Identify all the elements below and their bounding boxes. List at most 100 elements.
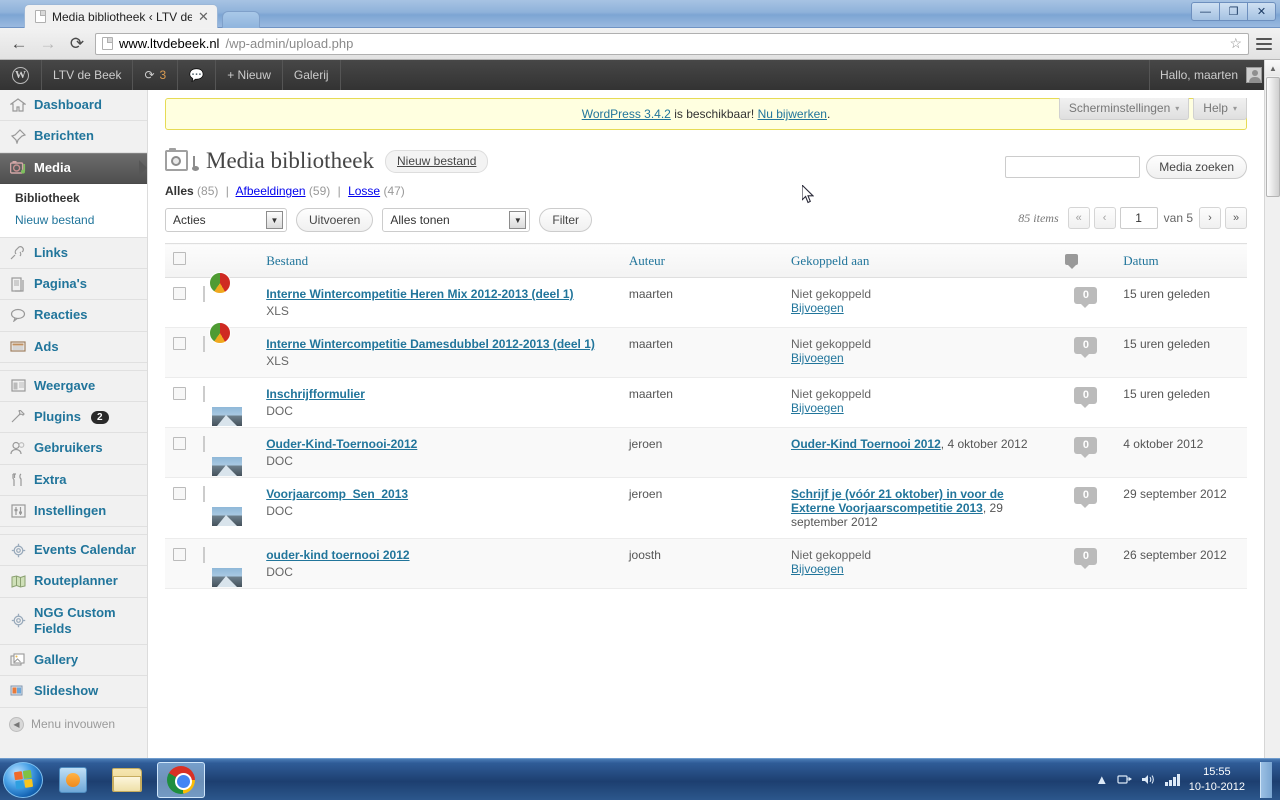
sidebar-item-dashboard[interactable]: Dashboard [0, 90, 147, 122]
file-title-link[interactable]: Interne Wintercompetitie Heren Mix 2012-… [266, 287, 613, 301]
update-now-link[interactable]: Nu bijwerken [758, 107, 827, 121]
xls-file-icon[interactable] [203, 322, 232, 352]
signal-icon[interactable] [1165, 773, 1180, 786]
comment-count-badge[interactable]: 0 [1074, 437, 1098, 458]
last-page-button[interactable]: » [1225, 207, 1247, 229]
taskbar-clock[interactable]: 15:55 10-10-2012 [1189, 765, 1245, 795]
author-name[interactable]: maarten [629, 287, 673, 301]
close-icon[interactable]: ✕ [198, 10, 209, 23]
adminbar-comments[interactable]: 💬 [178, 60, 217, 90]
new-tab-button[interactable] [221, 11, 260, 28]
next-page-button[interactable]: › [1199, 207, 1221, 229]
bookmark-star-icon[interactable]: ☆ [1229, 35, 1242, 52]
wordpress-logo-icon[interactable]: W [0, 60, 42, 90]
page-scrollbar[interactable]: ▲ [1264, 60, 1280, 758]
sidebar-item-media[interactable]: Media [0, 152, 147, 184]
xls-file-icon[interactable] [203, 272, 232, 302]
sidebar-item-plugins[interactable]: Plugins 2 [0, 402, 147, 434]
comment-count-badge[interactable]: 0 [1074, 387, 1098, 408]
filter-button[interactable]: Filter [539, 208, 593, 232]
column-header-auteur[interactable]: Auteur [620, 243, 783, 278]
sidebar-item-links[interactable]: Links [0, 238, 147, 269]
attach-file-link[interactable]: Bijvoegen [791, 401, 1049, 415]
add-new-file-button[interactable]: Nieuw bestand [385, 149, 489, 173]
first-page-button[interactable]: « [1067, 207, 1090, 229]
comment-count-badge[interactable]: 0 [1074, 337, 1098, 358]
sidebar-item-instellingen[interactable]: Instellingen [0, 496, 147, 527]
row-checkbox[interactable] [173, 337, 186, 350]
prev-page-button[interactable]: ‹ [1093, 207, 1116, 229]
sidebar-item-weergave[interactable]: Weergave [0, 369, 147, 402]
help-tab[interactable]: Help ▾ [1193, 98, 1247, 120]
sidebar-item-gallery[interactable]: Gallery [0, 645, 147, 677]
sidebar-item-paginas[interactable]: Pagina's [0, 269, 147, 301]
bulk-action-select[interactable]: Acties ▼ [165, 208, 287, 232]
sidebar-item-slideshow[interactable]: Slideshow [0, 676, 147, 708]
comment-count-badge[interactable]: 0 [1074, 548, 1098, 569]
filter-link-losse[interactable]: Losse [348, 184, 380, 198]
collapse-menu-button[interactable]: ◀ Menu invouwen [0, 708, 147, 741]
chrome-menu-icon[interactable] [1256, 37, 1272, 50]
sidebar-item-ads[interactable]: Ads [0, 332, 147, 363]
taskbar-google-chrome[interactable] [157, 761, 205, 798]
column-header-datum[interactable]: Datum [1115, 243, 1247, 278]
filter-link-alles[interactable]: Alles [165, 184, 194, 198]
file-title-link[interactable]: Voorjaarcomp_Sen_2013 [266, 487, 613, 501]
scrollbar-thumb[interactable] [1266, 77, 1280, 197]
window-close-button[interactable]: ✕ [1247, 2, 1276, 21]
comment-count-badge[interactable]: 0 [1074, 487, 1098, 508]
current-page-input[interactable]: 1 [1119, 207, 1158, 229]
doc-file-icon[interactable] [203, 436, 243, 476]
sidebar-subitem-bibliotheek[interactable]: Bibliotheek [0, 187, 147, 209]
author-name[interactable]: joosth [629, 548, 661, 562]
row-checkbox[interactable] [173, 548, 186, 561]
attach-file-link[interactable]: Bijvoegen [791, 301, 1049, 315]
sidebar-item-gebruikers[interactable]: Gebruikers [0, 433, 147, 465]
sidebar-subitem-nieuw-bestand[interactable]: Nieuw bestand [0, 209, 147, 231]
taskbar-file-explorer[interactable] [103, 762, 151, 798]
row-checkbox[interactable] [173, 437, 186, 450]
taskbar-windows-media-player[interactable] [49, 762, 97, 798]
row-checkbox[interactable] [173, 287, 186, 300]
show-hidden-icons-button[interactable]: ▲ [1095, 772, 1108, 787]
column-header-bestand[interactable]: Bestand [258, 243, 621, 278]
address-bar[interactable]: www.ltvdebeek.nl/wp-admin/upload.php ☆ [95, 32, 1249, 55]
sidebar-item-ngg-custom-fields[interactable]: NGG Custom Fields [0, 598, 147, 645]
attach-file-link[interactable]: Bijvoegen [791, 562, 1049, 576]
browser-tab[interactable]: Media bibliotheek ‹ LTV de ✕ [24, 4, 218, 28]
select-all-checkbox[interactable] [173, 252, 186, 265]
search-input[interactable] [1005, 156, 1141, 178]
sidebar-item-routeplanner[interactable]: Routeplanner [0, 566, 147, 598]
author-name[interactable]: jeroen [629, 437, 662, 451]
author-name[interactable]: maarten [629, 387, 673, 401]
attached-post-link[interactable]: Schrijf je (vóór 21 oktober) in voor de … [791, 487, 1004, 515]
sidebar-item-berichten[interactable]: Berichten [0, 121, 147, 153]
show-desktop-button[interactable] [1260, 761, 1272, 798]
doc-file-icon[interactable] [203, 386, 243, 426]
screen-options-tab[interactable]: Scherminstellingen ▾ [1058, 98, 1190, 120]
search-submit-button[interactable]: Media zoeken [1146, 155, 1247, 179]
sidebar-item-extra[interactable]: Extra [0, 465, 147, 496]
author-name[interactable]: maarten [629, 337, 673, 351]
comment-count-badge[interactable]: 0 [1074, 287, 1098, 308]
file-title-link[interactable]: Interne Wintercompetitie Damesdubbel 201… [266, 337, 613, 351]
attached-post-link[interactable]: Ouder-Kind Toernooi 2012 [791, 437, 941, 451]
date-filter-select[interactable]: Alles tonen ▼ [382, 208, 531, 232]
back-icon[interactable]: ← [8, 33, 30, 55]
wordpress-version-link[interactable]: WordPress 3.4.2 [582, 107, 671, 121]
sidebar-item-events-calendar[interactable]: Events Calendar [0, 534, 147, 567]
file-title-link[interactable]: Ouder-Kind-Toernooi-2012 [266, 437, 613, 451]
adminbar-new-content[interactable]: + Nieuw [216, 60, 283, 90]
adminbar-updates[interactable]: ⟳ 3 [133, 60, 179, 90]
scroll-up-icon[interactable]: ▲ [1265, 60, 1280, 76]
minimize-button[interactable]: — [1191, 2, 1220, 21]
adminbar-site-name[interactable]: LTV de Beek [42, 60, 134, 90]
adminbar-gallery[interactable]: Galerij [283, 60, 341, 90]
filter-link-afbeeldingen[interactable]: Afbeeldingen [236, 184, 306, 198]
file-title-link[interactable]: Inschrijfformulier [266, 387, 613, 401]
file-title-link[interactable]: ouder-kind toernooi 2012 [266, 548, 613, 562]
restore-button[interactable]: ❐ [1219, 2, 1248, 21]
apply-bulk-action-button[interactable]: Uitvoeren [296, 208, 374, 232]
row-checkbox[interactable] [173, 487, 186, 500]
author-name[interactable]: jeroen [629, 487, 662, 501]
